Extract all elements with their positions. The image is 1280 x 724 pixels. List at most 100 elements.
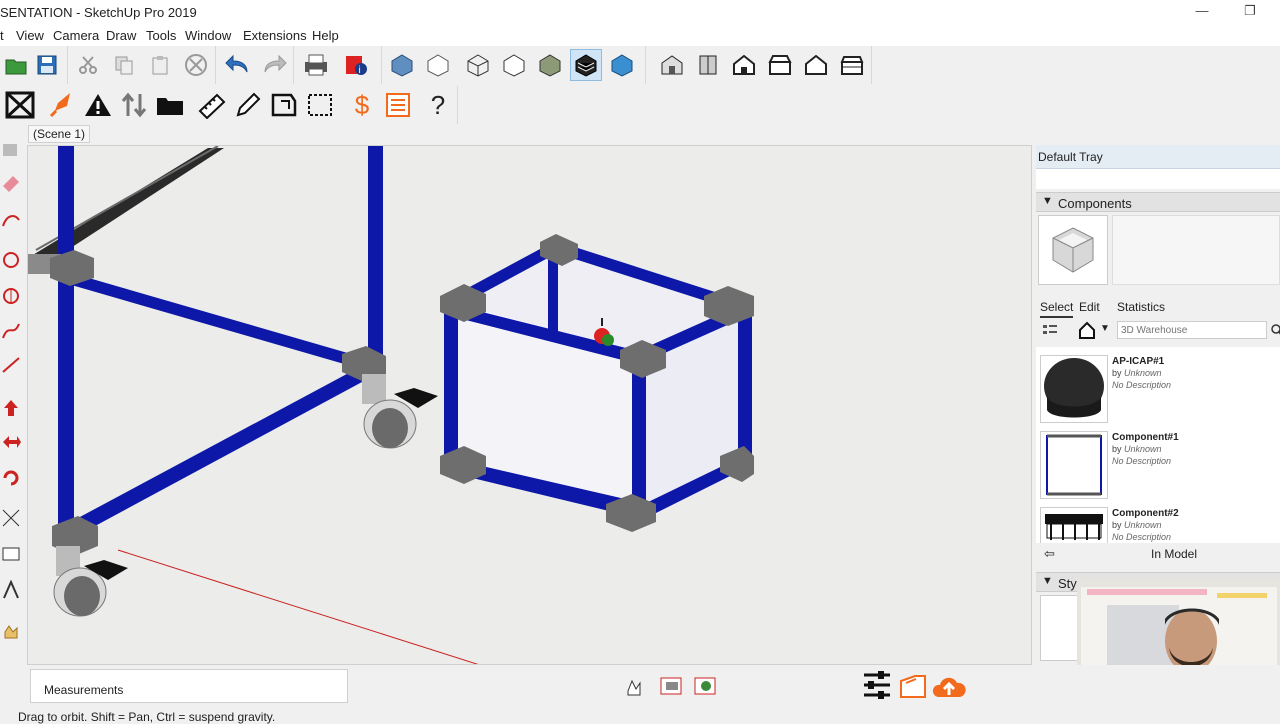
hidden-line-icon[interactable] [498, 49, 530, 81]
scene-tab[interactable]: (Scene 1) [28, 125, 91, 143]
cart-beam-lower [78, 368, 362, 532]
model-info-icon[interactable]: i [340, 49, 372, 81]
text-tool-icon[interactable] [0, 544, 22, 566]
settings-sliders-icon[interactable] [862, 669, 892, 706]
open-icon[interactable] [0, 49, 32, 81]
shaded-icon[interactable] [534, 49, 566, 81]
bounding-box-icon[interactable] [304, 89, 336, 121]
tab-statistics[interactable]: Statistics [1117, 300, 1165, 314]
front-view-icon[interactable] [728, 49, 760, 81]
print-icon[interactable] [300, 49, 332, 81]
cut-icon[interactable] [72, 49, 104, 81]
copy-icon[interactable] [108, 49, 140, 81]
menu-item-tools[interactable]: Tools [146, 28, 176, 43]
warning-icon[interactable] [82, 89, 114, 121]
menu-item-camera[interactable]: Camera [53, 28, 99, 43]
tab-edit[interactable]: Edit [1079, 300, 1100, 314]
views-toolbar [650, 46, 872, 84]
list-item[interactable]: AP-ICAP#1 by Unknown No Description [1036, 351, 1280, 427]
layout-icon[interactable] [898, 673, 928, 704]
top-view-icon[interactable] [692, 49, 724, 81]
pan-tool-icon[interactable] [0, 622, 22, 644]
component-name: Component#1 [1112, 432, 1179, 443]
rail-top [28, 148, 224, 268]
component-name: AP-ICAP#1 [1112, 356, 1165, 367]
eraser-tool-icon[interactable] [0, 172, 22, 194]
move-tool-icon[interactable] [0, 432, 22, 454]
folder-icon[interactable] [154, 89, 186, 121]
model-viewport[interactable] [27, 145, 1032, 665]
push-pull-tool-icon[interactable] [0, 398, 22, 420]
left-view-icon[interactable] [836, 49, 868, 81]
restore-button[interactable]: ❐ [1240, 3, 1260, 21]
components-panel-header[interactable]: ▼ Components [1036, 192, 1280, 212]
print-toolbar: i [296, 46, 382, 84]
rotate-tool-icon[interactable] [0, 468, 22, 490]
tab-select[interactable]: Select [1040, 300, 1074, 318]
redo-icon[interactable] [258, 49, 290, 81]
save-icon[interactable] [31, 49, 63, 81]
polygon-tool-icon[interactable] [0, 286, 22, 308]
hand-icon[interactable] [624, 677, 646, 702]
list-item[interactable]: Component#2 by Unknown No Description [1036, 503, 1280, 543]
back-edges-icon[interactable] [422, 49, 454, 81]
menu-item-extensions[interactable]: Extensions [243, 28, 307, 43]
component-name: Component#2 [1112, 508, 1179, 519]
tape-icon[interactable] [196, 89, 228, 121]
menu-item-edit[interactable]: t [0, 28, 4, 43]
freehand-tool-icon[interactable] [0, 320, 22, 342]
menu-item-help[interactable]: Help [312, 28, 339, 43]
view-options-icon[interactable] [1042, 322, 1060, 341]
menu-item-window[interactable]: Window [185, 28, 231, 43]
collapse-arrow-icon: ▼ [1042, 195, 1053, 207]
in-model-row: ⇦ In Model [1036, 544, 1280, 564]
iso-view-icon[interactable] [656, 49, 688, 81]
navigate-dropdown-icon[interactable]: ▼ [1100, 323, 1110, 334]
caster-wheel-2 [53, 546, 128, 617]
menu-item-view[interactable]: View [16, 28, 44, 43]
component-author: by Unknown [1112, 520, 1162, 530]
select-tool-icon[interactable] [0, 140, 22, 162]
component-description: No Description [1112, 532, 1172, 542]
minimize-button[interactable]: — [1192, 3, 1212, 21]
geo-location-icon[interactable] [658, 674, 684, 701]
components-header-label: Components [1058, 196, 1132, 211]
measurements-box[interactable]: Measurements [30, 669, 348, 703]
monochrome-icon[interactable] [606, 49, 638, 81]
back-view-icon[interactable] [800, 49, 832, 81]
component-author: by Unknown [1112, 368, 1162, 378]
rocket-icon[interactable] [46, 89, 78, 121]
cart-upright-right [368, 146, 383, 361]
undo-icon[interactable] [222, 49, 254, 81]
paste-icon[interactable] [144, 49, 176, 81]
model-drawing [28, 146, 754, 664]
sort-icon[interactable] [118, 89, 150, 121]
wireframe-icon[interactable] [462, 49, 494, 81]
tray-header: Default Tray [1036, 145, 1280, 169]
dollar-icon[interactable]: $ [346, 89, 378, 121]
pencil-icon[interactable] [232, 89, 264, 121]
circle-tool-icon[interactable] [0, 250, 22, 272]
help-icon[interactable]: ? [422, 89, 454, 121]
component-name-box [1112, 215, 1280, 285]
menu-item-draw[interactable]: Draw [106, 28, 136, 43]
3d-text-tool-icon[interactable] [0, 579, 22, 602]
credits-icon[interactable] [692, 674, 718, 701]
component-thumbnail [1040, 355, 1108, 423]
search-input[interactable] [1117, 321, 1267, 339]
line-tool-icon[interactable] [0, 354, 22, 376]
list-item[interactable]: Component#1 by Unknown No Description [1036, 427, 1280, 503]
cloud-upload-icon[interactable] [932, 673, 966, 704]
shaded-textures-icon[interactable] [570, 49, 602, 81]
arc-tool-icon[interactable] [0, 210, 22, 232]
back-arrow-icon[interactable]: ⇦ [1044, 546, 1055, 562]
shape-icon[interactable] [268, 89, 300, 121]
xray-icon[interactable] [386, 49, 418, 81]
axes-tool-icon[interactable] [0, 508, 22, 530]
section-plane-icon[interactable] [4, 89, 36, 121]
home-icon[interactable] [1078, 321, 1096, 342]
search-icon[interactable] [1270, 323, 1280, 340]
erase-icon[interactable] [180, 49, 212, 81]
list-icon[interactable] [382, 89, 414, 121]
right-view-icon[interactable] [764, 49, 796, 81]
